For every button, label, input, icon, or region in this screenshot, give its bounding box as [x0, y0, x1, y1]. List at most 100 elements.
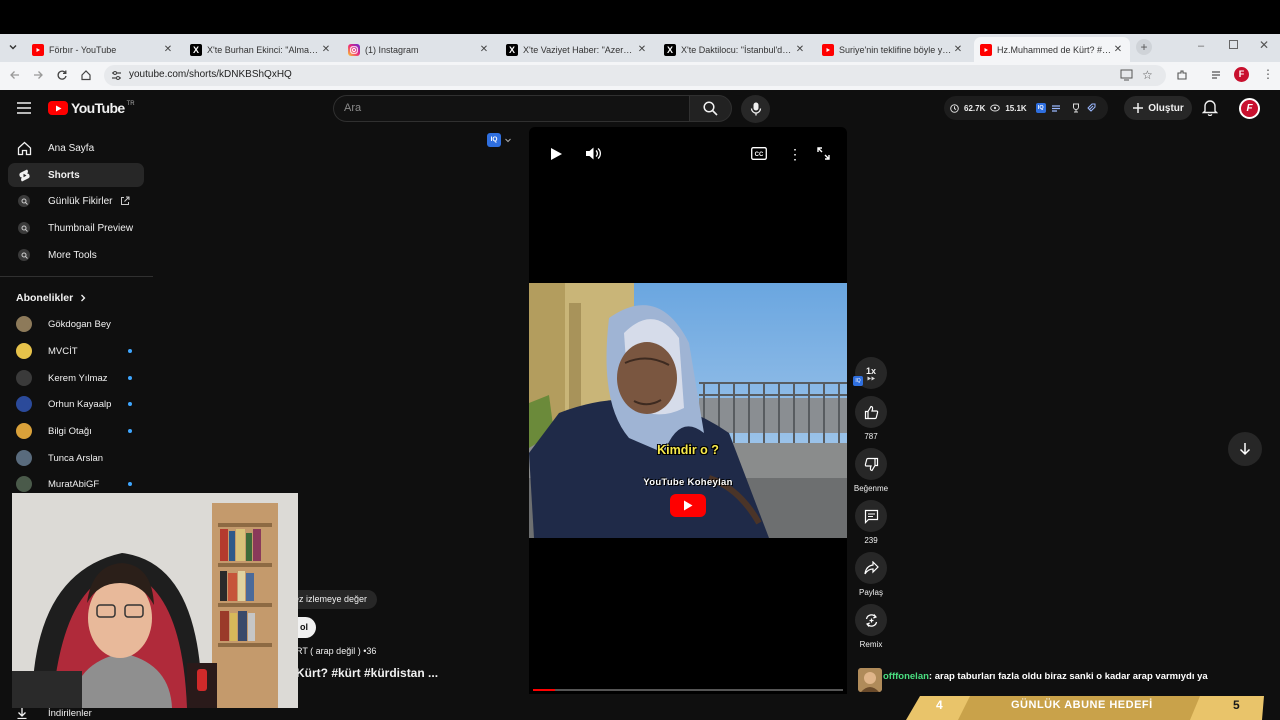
vidiq-player-badge[interactable]: IQ: [487, 133, 512, 147]
trophy-icon[interactable]: [1071, 103, 1081, 113]
tab-search-icon[interactable]: [7, 41, 19, 53]
sidebar-item-home[interactable]: Ana Sayfa: [8, 136, 144, 160]
search-button[interactable]: [689, 95, 732, 122]
fullscreen-button[interactable]: [817, 147, 830, 160]
sidebar-divider: [0, 276, 153, 277]
sidebar-item-label: Günlük Fikirler: [48, 195, 113, 207]
browser-menu-icon[interactable]: ⋮: [1262, 67, 1274, 81]
volume-icon: [586, 147, 601, 160]
notifications-bell-icon[interactable]: [1202, 99, 1218, 116]
extension-icon: [16, 247, 32, 263]
share-icon: [863, 561, 879, 575]
list-icon[interactable]: [1051, 104, 1061, 113]
profile-avatar[interactable]: F: [1234, 67, 1249, 82]
browser-tab[interactable]: Förbır - YouTube ✕: [26, 37, 180, 62]
more-options-icon[interactable]: ⋮: [788, 146, 802, 163]
new-tab-button[interactable]: +: [1136, 39, 1152, 55]
sidebar-item-label: Shorts: [48, 169, 80, 181]
sidebar-item-daily-ideas[interactable]: Günlük Fikirler: [8, 189, 144, 213]
subscription-item[interactable]: Tunca Arslan: [8, 447, 144, 469]
remix-label: Remix: [859, 640, 883, 649]
sidebar-item-thumbnail-preview[interactable]: Thumbnail Preview: [8, 216, 144, 240]
extension-icon: [16, 193, 32, 209]
captions-button[interactable]: CC: [751, 147, 767, 160]
browser-tab[interactable]: (1) Instagram ✕: [342, 37, 496, 62]
subscriptions-header[interactable]: Abonelikler: [16, 292, 87, 304]
tab-title: Förbır - YouTube: [49, 44, 117, 55]
close-icon[interactable]: ✕: [478, 44, 490, 55]
youtube-logo[interactable]: YouTube TR: [48, 100, 135, 116]
tab-title: X'te Burhan Ekinci: "Almanya K: [207, 44, 320, 55]
progress-track[interactable]: [533, 689, 843, 691]
subscription-item[interactable]: Gökdogan Bey: [8, 313, 144, 335]
browser-tab[interactable]: X X'te Daktilocu: "İstanbul'da yaş ✕: [658, 37, 812, 62]
close-icon[interactable]: ✕: [320, 44, 332, 55]
search-input[interactable]: Ara: [333, 95, 689, 122]
clock-icon: [950, 103, 959, 113]
captions-icon: CC: [751, 147, 767, 160]
new-content-dot: [128, 349, 132, 353]
subscription-item[interactable]: Orhun Kayaalp: [8, 393, 144, 415]
highlight-chip-text: ez izlemeye değer: [294, 594, 368, 604]
back-icon[interactable]: [9, 69, 21, 81]
tab-title: Hz.Muhammed de Kürt? #kürt: [997, 44, 1112, 55]
minimize-button[interactable]: –: [1198, 40, 1204, 52]
browser-tab[interactable]: X X'te Vaziyet Haber: "Azerbaycan ✕: [500, 37, 654, 62]
comments-button[interactable]: 239: [855, 500, 887, 545]
home-icon: [16, 140, 32, 156]
extension-icon: [16, 220, 32, 236]
create-button[interactable]: Oluştur: [1124, 96, 1192, 120]
extension-stats-pill[interactable]: 62.7K 15.1K IQ: [944, 96, 1108, 120]
close-icon[interactable]: ✕: [794, 44, 806, 55]
browser-tab-active[interactable]: Hz.Muhammed de Kürt? #kürt ✕: [974, 37, 1130, 62]
screen-top-strip: [0, 0, 1280, 34]
close-icon[interactable]: ✕: [636, 44, 648, 55]
play-button[interactable]: [549, 147, 563, 161]
vidiq-icon[interactable]: IQ: [1035, 103, 1046, 113]
remix-icon: [865, 613, 877, 627]
share-button[interactable]: Paylaş: [855, 552, 887, 597]
maximize-button[interactable]: [1229, 40, 1238, 49]
sidebar-item-more-tools[interactable]: More Tools: [8, 243, 144, 267]
plus-icon: [1133, 103, 1144, 113]
browser-tab[interactable]: Suriye'nin teklifine böyle yanıt ✕: [816, 37, 970, 62]
home-icon[interactable]: [80, 69, 92, 81]
media-controls-icon[interactable]: [1211, 69, 1223, 81]
install-app-icon[interactable]: [1120, 69, 1133, 81]
reload-icon[interactable]: [56, 69, 68, 81]
like-button[interactable]: 787: [855, 396, 887, 441]
volume-button[interactable]: [585, 146, 601, 161]
remix-button[interactable]: Remix: [855, 604, 887, 649]
next-short-button[interactable]: [1228, 432, 1262, 466]
sidebar-item-shorts[interactable]: Shorts: [8, 163, 144, 187]
subscription-item[interactable]: MuratAbiGF: [8, 473, 144, 495]
voice-search-button[interactable]: [741, 95, 770, 123]
close-icon[interactable]: ✕: [1112, 44, 1124, 55]
account-avatar[interactable]: F: [1239, 98, 1260, 119]
youtube-header: YouTube TR Ara 62.7K 15.1K IQ Oluştur F: [0, 90, 1280, 130]
dislike-label: Beğenme: [853, 484, 889, 493]
chevron-right-icon: [81, 294, 86, 302]
rocket-icon[interactable]: [1086, 103, 1096, 113]
site-settings-icon[interactable]: [111, 70, 122, 81]
url-field[interactable]: youtube.com/shorts/kDNKBShQxHQ: [104, 65, 1166, 86]
youtube-logo-icon: [48, 101, 68, 115]
channel-avatar: [16, 423, 32, 439]
shorts-player[interactable]: CC ⋮ Kimdir o ? YouTube Koheylan: [529, 127, 847, 694]
playback-speed-button[interactable]: 1x: [855, 357, 887, 393]
subscription-item[interactable]: Kerem Yılmaz: [8, 367, 144, 389]
subscription-label: MVCİT: [48, 345, 78, 357]
browser-tab[interactable]: X X'te Burhan Ekinci: "Almanya K ✕: [184, 37, 338, 62]
window-close-button[interactable]: ✕: [1259, 38, 1269, 52]
subscription-item[interactable]: Bilgi Otağı: [8, 420, 144, 442]
dislike-button[interactable]: Beğenme: [853, 448, 889, 493]
close-icon[interactable]: ✕: [952, 44, 964, 55]
bookmark-star-icon[interactable]: ☆: [1142, 68, 1153, 82]
new-content-dot: [128, 482, 132, 486]
subscription-item[interactable]: MVCİT: [8, 340, 144, 362]
hamburger-menu-icon[interactable]: [17, 102, 31, 114]
chat-message: : arap taburları fazla oldu biraz sanki …: [928, 671, 1208, 682]
forward-icon[interactable]: [32, 69, 44, 81]
close-icon[interactable]: ✕: [162, 44, 174, 55]
extensions-icon[interactable]: [1176, 69, 1188, 81]
